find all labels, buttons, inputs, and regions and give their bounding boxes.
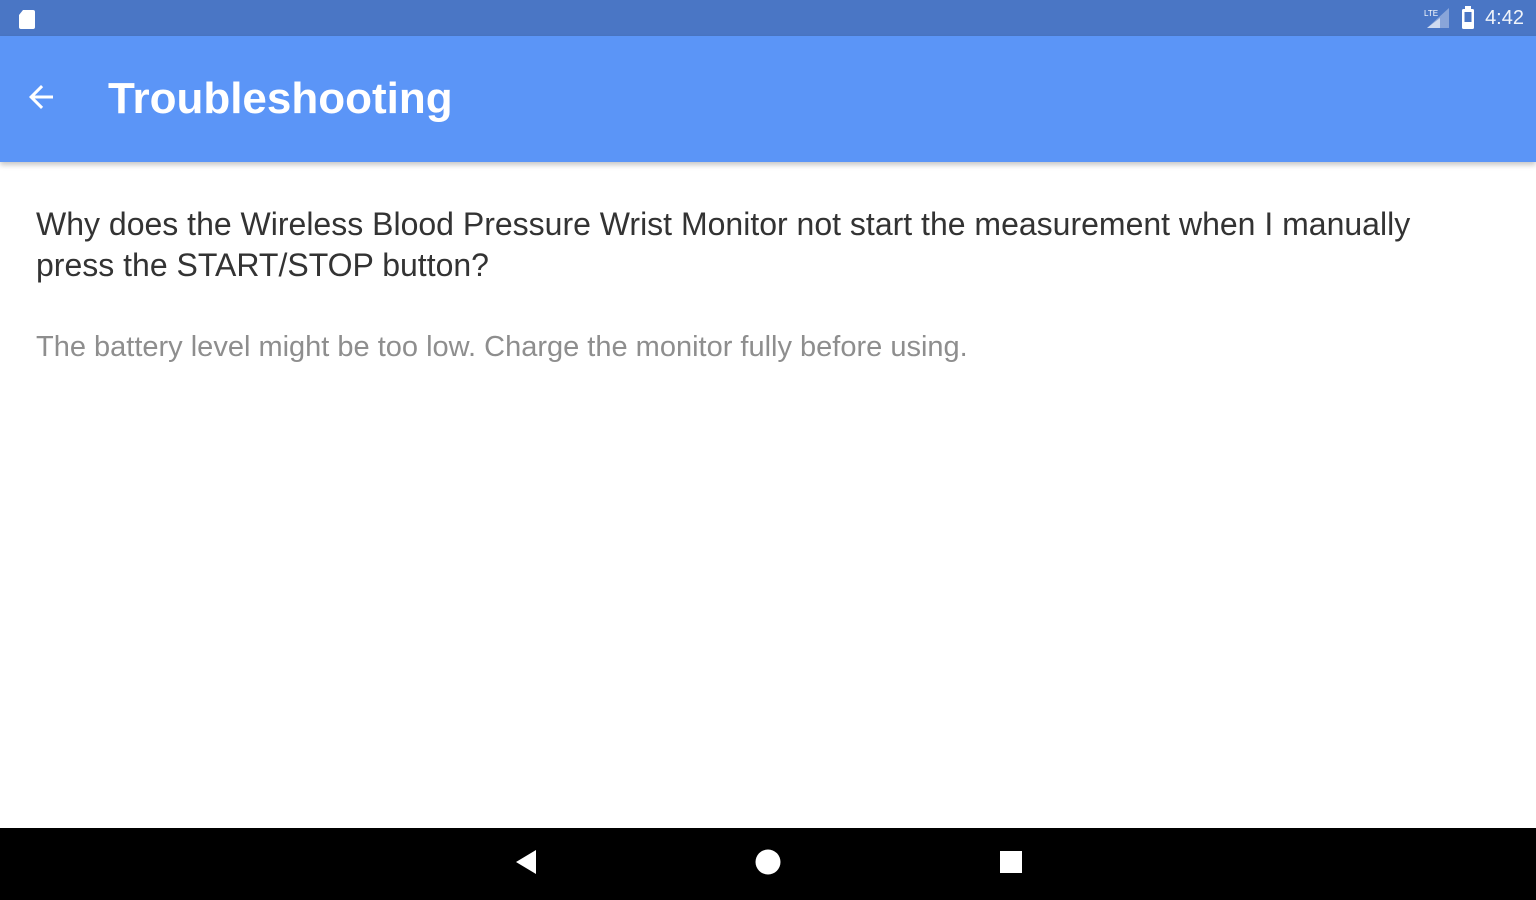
nav-home-icon xyxy=(754,848,782,881)
screen: LTE 4:42 Troubleshooting Why does the Wi… xyxy=(0,0,1536,900)
back-button[interactable] xyxy=(14,72,68,126)
clock: 4:42 xyxy=(1485,6,1524,29)
nav-recents-icon xyxy=(998,849,1024,880)
status-icons: LTE 4:42 xyxy=(1423,0,1524,36)
nav-home-button[interactable] xyxy=(744,840,792,888)
page-title: Troubleshooting xyxy=(108,74,453,123)
troubleshooting-content: Why does the Wireless Blood Pressure Wri… xyxy=(36,204,1476,366)
status-bar: LTE 4:42 xyxy=(0,0,1536,36)
nav-back-button[interactable] xyxy=(502,840,550,888)
navigation-bar xyxy=(0,828,1536,900)
app-bar: Troubleshooting xyxy=(0,36,1536,162)
nav-recents-button[interactable] xyxy=(987,840,1035,888)
battery-icon xyxy=(1461,6,1475,30)
faq-question: Why does the Wireless Blood Pressure Wri… xyxy=(36,206,1411,283)
nav-back-icon xyxy=(512,848,540,881)
faq-answer: The battery level might be too low. Char… xyxy=(36,331,968,363)
svg-text:LTE: LTE xyxy=(1424,9,1438,18)
signal-icon: LTE xyxy=(1423,7,1451,29)
arrow-back-icon xyxy=(23,79,59,120)
sd-card-icon xyxy=(16,8,38,30)
